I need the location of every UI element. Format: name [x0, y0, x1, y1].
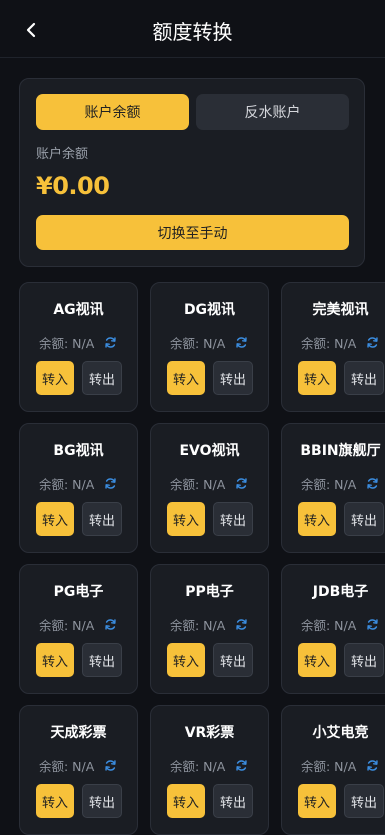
- platform-card: DG视讯余额: N/A 转入 转出: [150, 282, 269, 412]
- platform-balance-text: 余额: N/A: [170, 336, 226, 351]
- platform-balance-text: 余额: N/A: [301, 336, 357, 351]
- refresh-icon[interactable]: [104, 618, 117, 631]
- platform-name: BBIN旗舰厅: [300, 443, 381, 459]
- platform-balance: 余额: N/A: [170, 615, 248, 634]
- transfer-in-button[interactable]: 转入: [36, 784, 74, 818]
- refresh-icon[interactable]: [104, 336, 117, 349]
- transfer-in-button[interactable]: 转入: [298, 643, 336, 677]
- platform-card: AG视讯余额: N/A 转入 转出: [19, 282, 138, 412]
- platform-name: VR彩票: [184, 725, 235, 741]
- header: 额度转换: [0, 0, 385, 58]
- switch-to-manual-button[interactable]: 切换至手动: [36, 215, 349, 250]
- platform-name: JDB电子: [312, 584, 369, 600]
- refresh-icon[interactable]: [366, 618, 379, 631]
- transfer-out-button[interactable]: 转出: [213, 784, 253, 818]
- refresh-icon[interactable]: [235, 477, 248, 490]
- transfer-in-button[interactable]: 转入: [36, 361, 74, 395]
- platform-balance-text: 余额: N/A: [39, 477, 95, 492]
- tab-account-balance[interactable]: 账户余额: [36, 94, 189, 130]
- transfer-in-button[interactable]: 转入: [167, 643, 205, 677]
- tab-rebate-account[interactable]: 反水账户: [196, 94, 349, 130]
- transfer-out-button[interactable]: 转出: [344, 361, 384, 395]
- balance-card: 账户余额 反水账户 账户余额 ¥0.00 切换至手动: [19, 78, 365, 267]
- platform-card: PP电子余额: N/A 转入 转出: [150, 564, 269, 694]
- balance-label: 账户余额: [36, 147, 89, 162]
- transfer-in-button[interactable]: 转入: [167, 784, 205, 818]
- transfer-in-button[interactable]: 转入: [167, 361, 205, 395]
- platform-name: DG视讯: [183, 302, 236, 318]
- transfer-out-button[interactable]: 转出: [344, 643, 384, 677]
- refresh-icon[interactable]: [104, 477, 117, 490]
- transfer-out-button[interactable]: 转出: [213, 502, 253, 536]
- platform-balance: 余额: N/A: [301, 615, 379, 634]
- platform-balance: 余额: N/A: [39, 615, 117, 634]
- transfer-in-button[interactable]: 转入: [36, 502, 74, 536]
- platform-balance-text: 余额: N/A: [170, 477, 226, 492]
- transfer-out-button[interactable]: 转出: [213, 643, 253, 677]
- balance-amount: ¥0.00: [36, 172, 110, 200]
- transfer-in-button[interactable]: 转入: [298, 502, 336, 536]
- transfer-out-button[interactable]: 转出: [344, 784, 384, 818]
- platform-name: EVO视讯: [179, 443, 240, 459]
- page-title: 额度转换: [152, 20, 233, 44]
- platform-balance-text: 余额: N/A: [301, 477, 357, 492]
- platform-card: BG视讯余额: N/A 转入 转出: [19, 423, 138, 553]
- platform-card: 小艾电竞 余额: N/A 转入 转出: [281, 705, 385, 835]
- platform-balance: 余额: N/A: [170, 474, 248, 493]
- refresh-icon[interactable]: [366, 477, 379, 490]
- refresh-icon[interactable]: [235, 618, 248, 631]
- transfer-out-button[interactable]: 转出: [82, 643, 122, 677]
- platform-balance: 余额: N/A: [301, 474, 379, 493]
- transfer-out-button[interactable]: 转出: [82, 361, 122, 395]
- platform-balance-text: 余额: N/A: [39, 618, 95, 633]
- platform-card: BBIN旗舰厅 余额: N/A 转入 转出: [281, 423, 385, 553]
- platform-name: 小艾电竞: [312, 725, 369, 741]
- transfer-out-button[interactable]: 转出: [82, 502, 122, 536]
- transfer-out-button[interactable]: 转出: [344, 502, 384, 536]
- transfer-in-button[interactable]: 转入: [298, 784, 336, 818]
- platform-name: PG电子: [53, 584, 104, 600]
- platform-name: AG视讯: [53, 302, 104, 318]
- platform-balance-text: 余额: N/A: [39, 336, 95, 351]
- transfer-in-button[interactable]: 转入: [36, 643, 74, 677]
- platform-card: 完美视讯余额: N/A 转入 转出: [281, 282, 385, 412]
- platform-name: PP电子: [185, 584, 234, 600]
- platform-card: PG电子余额: N/A 转入 转出: [19, 564, 138, 694]
- refresh-icon[interactable]: [366, 336, 379, 349]
- platform-card: VR彩票 余额: N/A 转入 转出: [150, 705, 269, 835]
- platform-name: 完美视讯: [312, 302, 369, 318]
- platform-balance: 余额: N/A: [39, 474, 117, 493]
- platform-balance: 余额: N/A: [170, 333, 248, 352]
- transfer-out-button[interactable]: 转出: [213, 361, 253, 395]
- platform-name: 天成彩票: [50, 725, 107, 741]
- platform-card: 天成彩票 余额: N/A 转入 转出: [19, 705, 138, 835]
- transfer-out-button[interactable]: 转出: [82, 784, 122, 818]
- platform-card: EVO视讯余额: N/A 转入 转出: [150, 423, 269, 553]
- transfer-in-button[interactable]: 转入: [298, 361, 336, 395]
- platform-balance: 余额: N/A: [301, 333, 379, 352]
- platform-balance-text: 余额: N/A: [170, 618, 226, 633]
- platform-balance-text: 余额: N/A: [301, 618, 357, 633]
- transfer-in-button[interactable]: 转入: [167, 502, 205, 536]
- platform-balance: 余额: N/A: [39, 333, 117, 352]
- platform-name: BG视讯: [53, 443, 104, 459]
- refresh-icon[interactable]: [235, 336, 248, 349]
- platform-card: JDB电子余额: N/A 转入 转出: [281, 564, 385, 694]
